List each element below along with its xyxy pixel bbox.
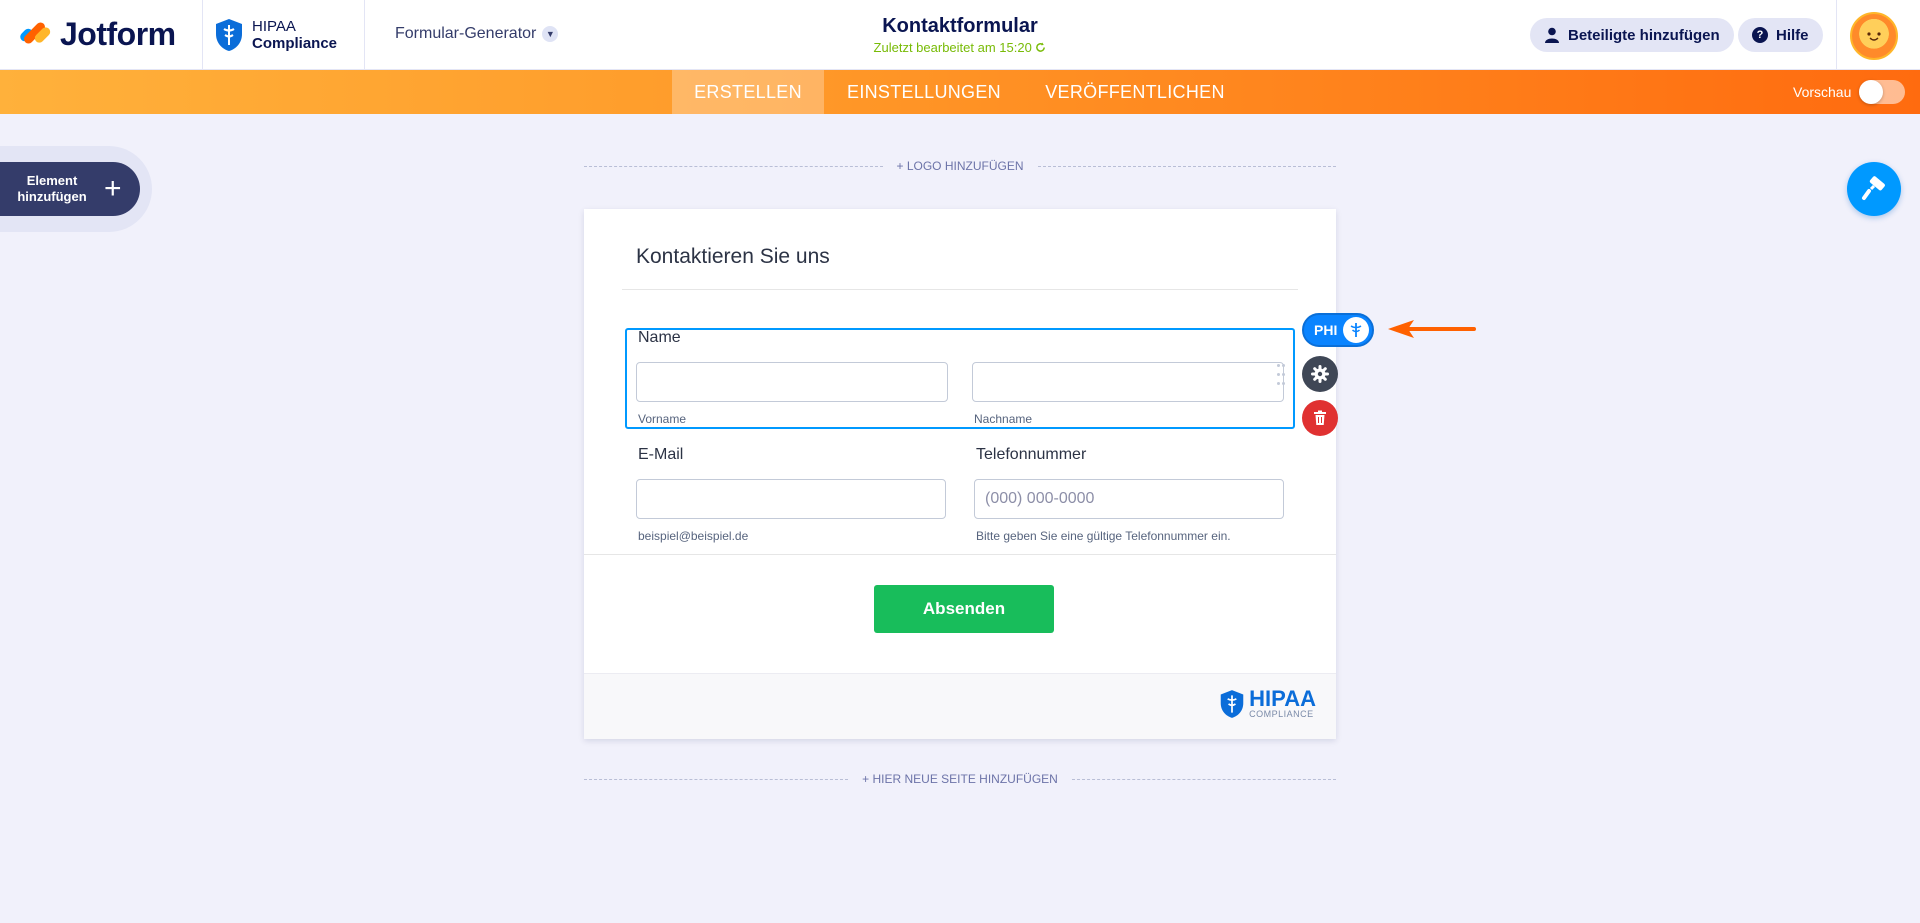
add-participants-button[interactable]: Beteiligte hinzufügen <box>1530 18 1734 52</box>
add-logo-row: + LOGO HINZUFÜGEN <box>584 158 1337 174</box>
header-divider <box>364 0 365 70</box>
last-edited-text: Zuletzt bearbeitet am 15:20 <box>873 40 1032 55</box>
plus-icon: + <box>104 172 122 205</box>
hipaa-shield-icon <box>216 19 242 51</box>
hipaa-line-1: HIPAA <box>252 18 296 35</box>
hipaa-badge: HIPAA COMPLIANCE <box>1219 688 1316 720</box>
last-edited-status: Zuletzt bearbeitet am 15:20 <box>760 40 1160 55</box>
caduceus-icon <box>1343 317 1370 343</box>
hipaa-badge-subtitle: COMPLIANCE <box>1249 709 1314 719</box>
email-input[interactable] <box>636 479 946 519</box>
hipaa-shield-icon <box>1220 690 1244 718</box>
paint-roller-icon <box>1862 176 1885 200</box>
add-page-link[interactable]: + HIER NEUE SEITE HINZUFÜGEN <box>862 772 1058 786</box>
tab-build[interactable]: ERSTELLEN <box>672 70 824 114</box>
chevron-down-icon: ▼ <box>542 26 559 42</box>
hipaa-compliance-label: HIPAA Compliance <box>214 18 337 52</box>
name-label[interactable]: Name <box>638 329 681 347</box>
form-heading[interactable]: Kontaktieren Sie uns <box>636 245 830 269</box>
email-label[interactable]: E-Mail <box>638 446 683 464</box>
submit-divider <box>584 554 1336 555</box>
form-footer: HIPAA COMPLIANCE <box>584 673 1336 739</box>
builder-menu-label: Formular-Generator <box>395 25 537 42</box>
tab-publish[interactable]: VERÖFFENTLICHEN <box>1036 70 1234 114</box>
form-card: Kontaktieren Sie uns Name Vorname Nachna… <box>584 209 1336 739</box>
submit-button[interactable]: Absenden <box>874 585 1054 633</box>
last-name-input[interactable] <box>972 362 1284 402</box>
builder-tabbar: ERSTELLEN EINSTELLUNGEN VERÖFFENTLICHEN … <box>0 70 1920 114</box>
jotform-logo-icon <box>18 18 53 52</box>
phi-label: PHI <box>1314 322 1338 338</box>
form-title-block: Kontaktformular Zuletzt bearbeitet am 15… <box>760 15 1160 55</box>
form-title[interactable]: Kontaktformular <box>760 15 1160 38</box>
phone-sublabel: Bitte geben Sie eine gültige Telefonnumm… <box>976 529 1231 543</box>
add-element-label: Element hinzufügen <box>0 173 104 205</box>
hipaa-badge-title: HIPAA <box>1249 686 1316 711</box>
user-icon <box>1544 27 1560 43</box>
phi-toggle[interactable]: PHI <box>1302 313 1374 347</box>
user-avatar[interactable] <box>1850 12 1898 60</box>
add-page-row: + HIER NEUE SEITE HINZUFÜGEN <box>584 771 1337 787</box>
help-icon: ? <box>1752 27 1768 43</box>
field-settings-button[interactable] <box>1302 356 1338 392</box>
refresh-icon <box>1036 42 1046 52</box>
help-label: Hilfe <box>1776 26 1809 44</box>
logo-text: Jotform <box>60 16 176 52</box>
form-designer-button[interactable] <box>1847 162 1901 216</box>
delete-field-button[interactable] <box>1302 400 1338 436</box>
add-element-line-1: Element <box>26 173 78 188</box>
email-sublabel: beispiel@beispiel.de <box>638 529 749 543</box>
jotform-logo[interactable]: Jotform <box>18 16 176 53</box>
gear-icon <box>1311 365 1329 383</box>
header-divider <box>1836 0 1837 70</box>
add-element-line-2: hinzufügen <box>17 189 87 204</box>
phone-input[interactable] <box>974 479 1284 519</box>
add-participants-label: Beteiligte hinzufügen <box>1568 26 1720 44</box>
header-divider <box>202 0 203 70</box>
trash-icon <box>1314 410 1326 425</box>
top-header: Jotform HIPAA Compliance Formular-Genera… <box>0 0 1920 70</box>
first-name-input[interactable] <box>636 362 948 402</box>
help-button[interactable]: ? Hilfe <box>1738 18 1823 52</box>
add-logo-link[interactable]: + LOGO HINZUFÜGEN <box>897 159 1024 173</box>
last-name-sublabel: Nachname <box>974 412 1033 426</box>
pointer-arrow-icon <box>1388 320 1476 338</box>
avatar-face-icon <box>1867 32 1881 41</box>
first-name-sublabel: Vorname <box>638 412 687 426</box>
add-element-button[interactable]: Element hinzufügen + <box>0 162 140 216</box>
builder-menu-dropdown[interactable]: Formular-Generator ▼ <box>395 25 559 43</box>
drag-handle-icon[interactable] <box>1277 364 1285 388</box>
hipaa-line-2: Compliance <box>252 35 338 52</box>
heading-divider <box>622 289 1298 290</box>
preview-toggle[interactable] <box>1859 80 1906 104</box>
preview-toggle-knob <box>1859 80 1884 104</box>
phone-label[interactable]: Telefonnummer <box>976 446 1086 464</box>
preview-label: Vorschau <box>1793 84 1852 100</box>
preview-control: Vorschau <box>1793 80 1906 104</box>
tab-settings[interactable]: EINSTELLUNGEN <box>836 70 1012 114</box>
